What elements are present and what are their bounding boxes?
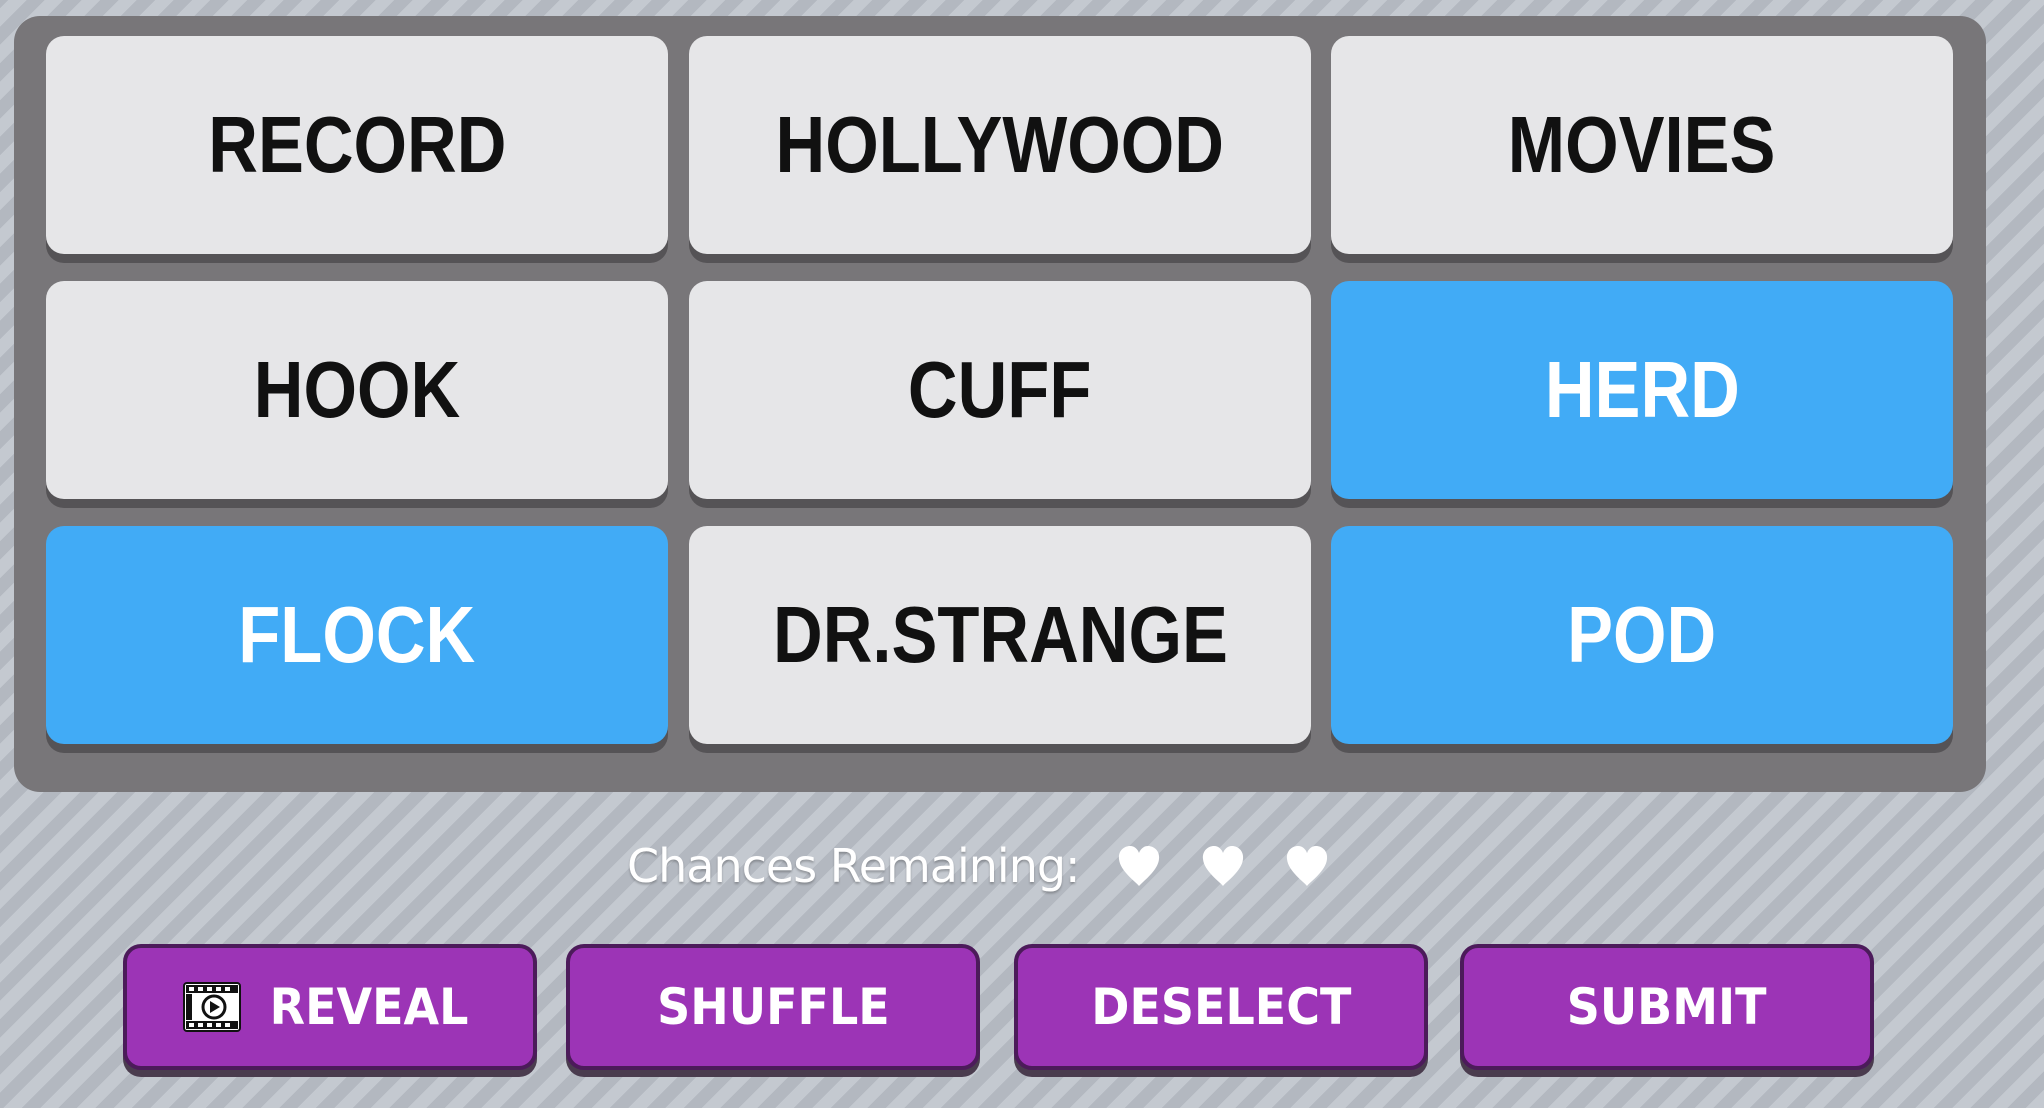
tile-word: HOOK: [253, 345, 461, 434]
tile-word: RECORD: [207, 100, 507, 189]
word-tile-hollywood[interactable]: HOLLYWOOD: [689, 36, 1311, 254]
word-tile-dr-strange[interactable]: DR.STRANGE: [689, 526, 1311, 744]
chances-hearts: [1116, 844, 1368, 888]
word-tile-movies[interactable]: MOVIES: [1331, 36, 1953, 254]
submit-label: SUBMIT: [1567, 978, 1767, 1036]
deselect-button[interactable]: DESELECT: [1014, 944, 1428, 1070]
tile-word: POD: [1567, 590, 1717, 679]
word-tile-herd[interactable]: HERD: [1331, 281, 1953, 499]
deselect-label: DESELECT: [1090, 978, 1352, 1036]
shuffle-label: SHUFFLE: [656, 978, 890, 1036]
action-buttons: REVEAL SHUFFLE DESELECT SUBMIT: [0, 944, 2044, 1074]
tile-word: DR.STRANGE: [772, 590, 1228, 679]
chances-remaining-label: Chances Remaining:: [627, 839, 1081, 893]
submit-button[interactable]: SUBMIT: [1460, 944, 1874, 1070]
game-board: RECORD HOLLYWOOD MOVIES HOOK CUFF HERD F…: [14, 16, 1986, 792]
word-tile-hook[interactable]: HOOK: [46, 281, 668, 499]
tile-word: MOVIES: [1508, 100, 1776, 189]
tile-word: HOLLYWOOD: [775, 100, 1225, 189]
chances-status: Chances Remaining:: [0, 826, 2044, 906]
tile-word: HERD: [1544, 345, 1740, 434]
heart-icon: [1284, 844, 1330, 888]
tile-word: FLOCK: [238, 590, 476, 679]
reveal-button[interactable]: REVEAL: [123, 944, 537, 1070]
heart-icon: [1116, 844, 1162, 888]
word-tile-pod[interactable]: POD: [1331, 526, 1953, 744]
shuffle-button[interactable]: SHUFFLE: [566, 944, 980, 1070]
heart-icon: [1200, 844, 1246, 888]
film-play-icon: [182, 982, 241, 1032]
reveal-label: REVEAL: [269, 978, 469, 1036]
word-tile-record[interactable]: RECORD: [46, 36, 668, 254]
word-tile-cuff[interactable]: CUFF: [689, 281, 1311, 499]
word-tile-flock[interactable]: FLOCK: [46, 526, 668, 744]
tile-word: CUFF: [908, 345, 1092, 434]
